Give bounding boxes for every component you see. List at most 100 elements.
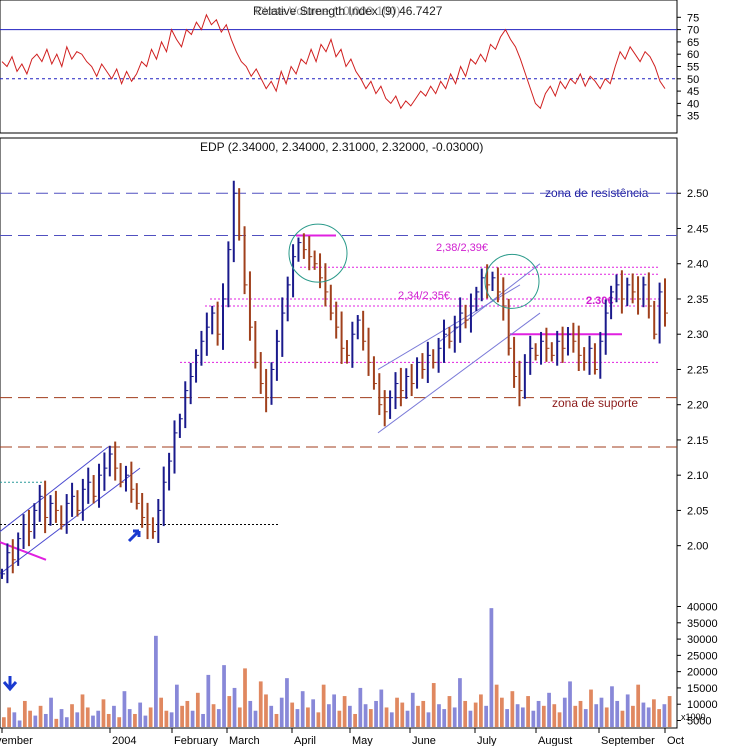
volume-bar <box>96 710 101 727</box>
price-tick-label: 2.15 <box>687 435 708 447</box>
volume-bar <box>33 715 38 727</box>
volume-bar <box>452 707 457 727</box>
volume-bar <box>206 674 211 727</box>
volume-bar <box>484 705 489 727</box>
rsi-tick-label: 50 <box>687 74 699 86</box>
volume-bar <box>332 694 336 727</box>
level-label-2: 2,34/2,35€ <box>398 290 450 302</box>
volume-bar <box>43 713 48 727</box>
volume-bar <box>2 717 6 727</box>
volume-bar <box>652 699 656 727</box>
volume-bar <box>573 705 578 727</box>
x-tick-label: June <box>412 735 436 746</box>
volume-bar <box>190 710 195 727</box>
volume-bar <box>489 608 494 727</box>
price-tick-label: 2.20 <box>687 400 708 412</box>
volume-bar <box>636 684 641 727</box>
volume-bar <box>211 704 216 727</box>
volume-tick-label: 30000 <box>687 634 718 646</box>
volume-bar <box>641 702 646 727</box>
volume-bar <box>154 635 158 727</box>
x-tick-label: August <box>538 735 572 746</box>
volume-bar <box>75 712 80 727</box>
x-tick-label: July <box>477 735 497 746</box>
volume-bar <box>195 692 200 727</box>
volume-bar <box>520 707 525 727</box>
volume-bar <box>347 705 352 727</box>
volume-bar <box>38 705 43 727</box>
volume-bar <box>552 704 557 727</box>
x-tick-label: Oct <box>667 735 684 746</box>
volume-tick-label: 5000 <box>687 715 711 727</box>
volume-bar <box>515 704 520 727</box>
volume-bar <box>227 696 232 727</box>
volume-bar <box>479 694 483 727</box>
volume-bar <box>248 700 253 727</box>
price-tick-label: 2.40 <box>687 259 708 271</box>
volume-bar <box>368 709 373 727</box>
volume-bar <box>7 707 11 727</box>
volume-bar <box>159 697 164 727</box>
volume-bar <box>473 702 478 727</box>
volume-bar <box>657 709 662 727</box>
volume-bar <box>237 707 242 727</box>
volume-bar <box>442 709 447 727</box>
rsi-tick-label: 75 <box>687 12 699 24</box>
rsi-axis: 757065605550454035 <box>677 12 699 123</box>
volume-bar <box>610 686 614 727</box>
volume-bar <box>138 702 143 727</box>
volume-bar <box>258 681 263 727</box>
volume-bar <box>148 707 153 727</box>
volume-bar <box>667 696 672 727</box>
volume-bar <box>447 696 452 727</box>
volume-bar <box>311 699 316 727</box>
volume-bar <box>279 697 284 727</box>
volume-bar <box>416 705 420 727</box>
price-axis: 2.50 2.45 2.40 2.35 2.30 2.25 2.20 2.15 2.10 2.05… <box>677 188 708 553</box>
volume-bar <box>463 700 468 727</box>
indicator-label: Relative Strength Index (9) 46.7427 <box>253 4 443 18</box>
volume-bar <box>316 712 321 727</box>
volume-bar <box>531 710 536 727</box>
volume-bar <box>468 710 473 727</box>
volume-bar <box>358 687 363 727</box>
volume-bar <box>426 712 431 727</box>
volume-bar <box>269 705 274 727</box>
volume-tick-label: 10000 <box>687 699 718 711</box>
rsi-tick-label: 70 <box>687 25 699 37</box>
volume-bar <box>395 697 399 727</box>
volume-bar <box>80 694 85 727</box>
volume-bar <box>604 707 609 727</box>
rsi-tick-label: 40 <box>687 98 699 110</box>
volume-bar <box>143 715 148 727</box>
volume-bar <box>541 705 546 727</box>
level-label-3: 2.30€ <box>586 295 614 307</box>
volume-bar <box>274 713 279 727</box>
price-tick-label: 2.00 <box>687 541 708 553</box>
volume-bar <box>379 689 384 727</box>
volume-bar <box>583 709 588 727</box>
volume-bar <box>431 683 436 727</box>
volume-bar <box>342 696 347 727</box>
volume-bar <box>59 709 64 727</box>
volume-bar <box>578 700 583 727</box>
x-tick-label: March <box>229 735 260 746</box>
volume-axis: 40000 35000 30000 25000 20000 15000 10000 5000 <box>677 602 718 727</box>
volume-bar <box>180 705 184 727</box>
volume-bar <box>201 713 205 727</box>
volume-tick-label: 15000 <box>687 683 718 695</box>
price-tick-label: 2.10 <box>687 470 708 482</box>
rsi-tick-label: 35 <box>687 111 699 123</box>
x-tick-label: May <box>352 735 373 746</box>
volume-bar <box>500 697 504 727</box>
volume-bar <box>64 717 69 727</box>
volume-bar <box>243 668 247 727</box>
volume-bar <box>91 715 95 727</box>
volume-bar <box>646 707 651 727</box>
volume-bar <box>662 704 667 727</box>
volume-bar <box>85 707 90 727</box>
volume-bar <box>295 709 300 727</box>
stock-chart: Close Volume (10,000 100) Relative Stren… <box>0 0 718 746</box>
volume-bar <box>216 709 221 727</box>
volume-bar <box>384 707 389 727</box>
